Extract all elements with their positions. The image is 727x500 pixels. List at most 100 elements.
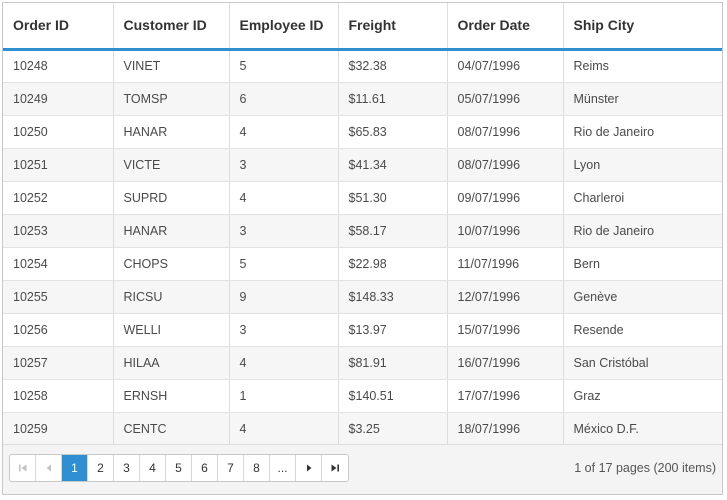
cell-customer-id[interactable]: HANAR — [113, 214, 230, 248]
column-header-ship-city[interactable]: Ship City — [563, 3, 722, 51]
cell-ship-city[interactable]: Rio de Janeiro — [563, 115, 722, 149]
cell-employee-id[interactable]: 5 — [229, 49, 339, 83]
cell-order-date[interactable]: 16/07/1996 — [447, 346, 564, 380]
column-header-employee-id[interactable]: Employee ID — [229, 3, 339, 51]
cell-ship-city[interactable]: Reims — [563, 49, 722, 83]
cell-customer-id[interactable]: SUPRD — [113, 181, 230, 215]
cell-freight[interactable]: $22.98 — [338, 247, 448, 281]
cell-employee-id[interactable]: 4 — [229, 181, 339, 215]
cell-customer-id[interactable]: CENTC — [113, 412, 230, 446]
cell-order-id[interactable]: 10255 — [3, 280, 114, 314]
table-row[interactable]: 10257 HILAA 4 $81.91 16/07/1996 San Cristóbal — [3, 346, 722, 380]
table-row[interactable]: 10252 SUPRD 4 $51.30 09/07/1996 Charleroi — [3, 181, 722, 215]
table-row[interactable]: 10253 HANAR 3 $58.17 10/07/1996 Rio de Janeir… — [3, 214, 722, 248]
page-button-4[interactable]: 4 — [140, 455, 166, 481]
cell-order-date[interactable]: 09/07/1996 — [447, 181, 564, 215]
cell-order-id[interactable]: 10256 — [3, 313, 114, 347]
page-button-7[interactable]: 7 — [218, 455, 244, 481]
cell-employee-id[interactable]: 4 — [229, 412, 339, 446]
cell-order-date[interactable]: 15/07/1996 — [447, 313, 564, 347]
cell-ship-city[interactable]: Rio de Janeiro — [563, 214, 722, 248]
cell-employee-id[interactable]: 9 — [229, 280, 339, 314]
cell-order-date[interactable]: 11/07/1996 — [447, 247, 564, 281]
cell-employee-id[interactable]: 5 — [229, 247, 339, 281]
cell-customer-id[interactable]: CHOPS — [113, 247, 230, 281]
cell-customer-id[interactable]: HANAR — [113, 115, 230, 149]
cell-ship-city[interactable]: Bern — [563, 247, 722, 281]
table-row[interactable]: 10249 TOMSP 6 $11.61 05/07/1996 Münster — [3, 82, 722, 116]
cell-freight[interactable]: $41.34 — [338, 148, 448, 182]
cell-order-id[interactable]: 10250 — [3, 115, 114, 149]
column-header-order-date[interactable]: Order Date — [447, 3, 564, 51]
cell-customer-id[interactable]: WELLI — [113, 313, 230, 347]
cell-ship-city[interactable]: Lyon — [563, 148, 722, 182]
cell-order-date[interactable]: 08/07/1996 — [447, 148, 564, 182]
cell-freight[interactable]: $81.91 — [338, 346, 448, 380]
cell-freight[interactable]: $13.97 — [338, 313, 448, 347]
cell-freight[interactable]: $65.83 — [338, 115, 448, 149]
page-button-6[interactable]: 6 — [192, 455, 218, 481]
cell-customer-id[interactable]: HILAA — [113, 346, 230, 380]
cell-freight[interactable]: $3.25 — [338, 412, 448, 446]
page-button-5[interactable]: 5 — [166, 455, 192, 481]
cell-order-date[interactable]: 12/07/1996 — [447, 280, 564, 314]
cell-customer-id[interactable]: VINET — [113, 49, 230, 83]
cell-customer-id[interactable]: ERNSH — [113, 379, 230, 413]
cell-ship-city[interactable]: San Cristóbal — [563, 346, 722, 380]
cell-freight[interactable]: $58.17 — [338, 214, 448, 248]
previous-page-button[interactable] — [36, 455, 62, 481]
table-row[interactable]: 10255 RICSU 9 $148.33 12/07/1996 Genève — [3, 280, 722, 314]
cell-employee-id[interactable]: 6 — [229, 82, 339, 116]
cell-order-id[interactable]: 10248 — [3, 49, 114, 83]
cell-employee-id[interactable]: 3 — [229, 214, 339, 248]
cell-customer-id[interactable]: TOMSP — [113, 82, 230, 116]
page-button-8[interactable]: 8 — [244, 455, 270, 481]
cell-employee-id[interactable]: 3 — [229, 148, 339, 182]
page-button-1[interactable]: 1 — [62, 455, 88, 481]
more-pages-button[interactable]: ... — [270, 455, 296, 481]
page-button-3[interactable]: 3 — [114, 455, 140, 481]
column-header-customer-id[interactable]: Customer ID — [113, 3, 230, 51]
cell-ship-city[interactable]: Graz — [563, 379, 722, 413]
cell-employee-id[interactable]: 4 — [229, 346, 339, 380]
column-header-freight[interactable]: Freight — [338, 3, 448, 51]
cell-order-date[interactable]: 05/07/1996 — [447, 82, 564, 116]
cell-employee-id[interactable]: 1 — [229, 379, 339, 413]
table-row[interactable]: 10251 VICTE 3 $41.34 08/07/1996 Lyon — [3, 148, 722, 182]
cell-freight[interactable]: $51.30 — [338, 181, 448, 215]
cell-customer-id[interactable]: VICTE — [113, 148, 230, 182]
cell-employee-id[interactable]: 4 — [229, 115, 339, 149]
cell-order-id[interactable]: 10257 — [3, 346, 114, 380]
next-page-button[interactable] — [296, 455, 322, 481]
cell-order-id[interactable]: 10251 — [3, 148, 114, 182]
cell-freight[interactable]: $140.51 — [338, 379, 448, 413]
cell-order-id[interactable]: 10259 — [3, 412, 114, 446]
cell-ship-city[interactable]: Genève — [563, 280, 722, 314]
cell-order-id[interactable]: 10254 — [3, 247, 114, 281]
table-row[interactable]: 10256 WELLI 3 $13.97 15/07/1996 Resende — [3, 313, 722, 347]
cell-order-id[interactable]: 10249 — [3, 82, 114, 116]
cell-order-id[interactable]: 10258 — [3, 379, 114, 413]
cell-ship-city[interactable]: Münster — [563, 82, 722, 116]
cell-order-date[interactable]: 18/07/1996 — [447, 412, 564, 446]
cell-freight[interactable]: $11.61 — [338, 82, 448, 116]
last-page-button[interactable] — [322, 455, 348, 481]
cell-customer-id[interactable]: RICSU — [113, 280, 230, 314]
cell-freight[interactable]: $148.33 — [338, 280, 448, 314]
cell-ship-city[interactable]: México D.F. — [563, 412, 722, 446]
table-row[interactable]: 10250 HANAR 4 $65.83 08/07/1996 Rio de Janeir… — [3, 115, 722, 149]
cell-ship-city[interactable]: Charleroi — [563, 181, 722, 215]
cell-freight[interactable]: $32.38 — [338, 49, 448, 83]
table-row[interactable]: 10258 ERNSH 1 $140.51 17/07/1996 Graz — [3, 379, 722, 413]
cell-order-date[interactable]: 04/07/1996 — [447, 49, 564, 83]
cell-order-date[interactable]: 17/07/1996 — [447, 379, 564, 413]
cell-employee-id[interactable]: 3 — [229, 313, 339, 347]
cell-ship-city[interactable]: Resende — [563, 313, 722, 347]
page-button-2[interactable]: 2 — [88, 455, 114, 481]
cell-order-id[interactable]: 10253 — [3, 214, 114, 248]
cell-order-date[interactable]: 10/07/1996 — [447, 214, 564, 248]
table-row[interactable]: 10254 CHOPS 5 $22.98 11/07/1996 Bern — [3, 247, 722, 281]
table-row[interactable]: 10259 CENTC 4 $3.25 18/07/1996 México D.F. — [3, 412, 722, 446]
cell-order-date[interactable]: 08/07/1996 — [447, 115, 564, 149]
table-row[interactable]: 10248 VINET 5 $32.38 04/07/1996 Reims — [3, 49, 722, 83]
